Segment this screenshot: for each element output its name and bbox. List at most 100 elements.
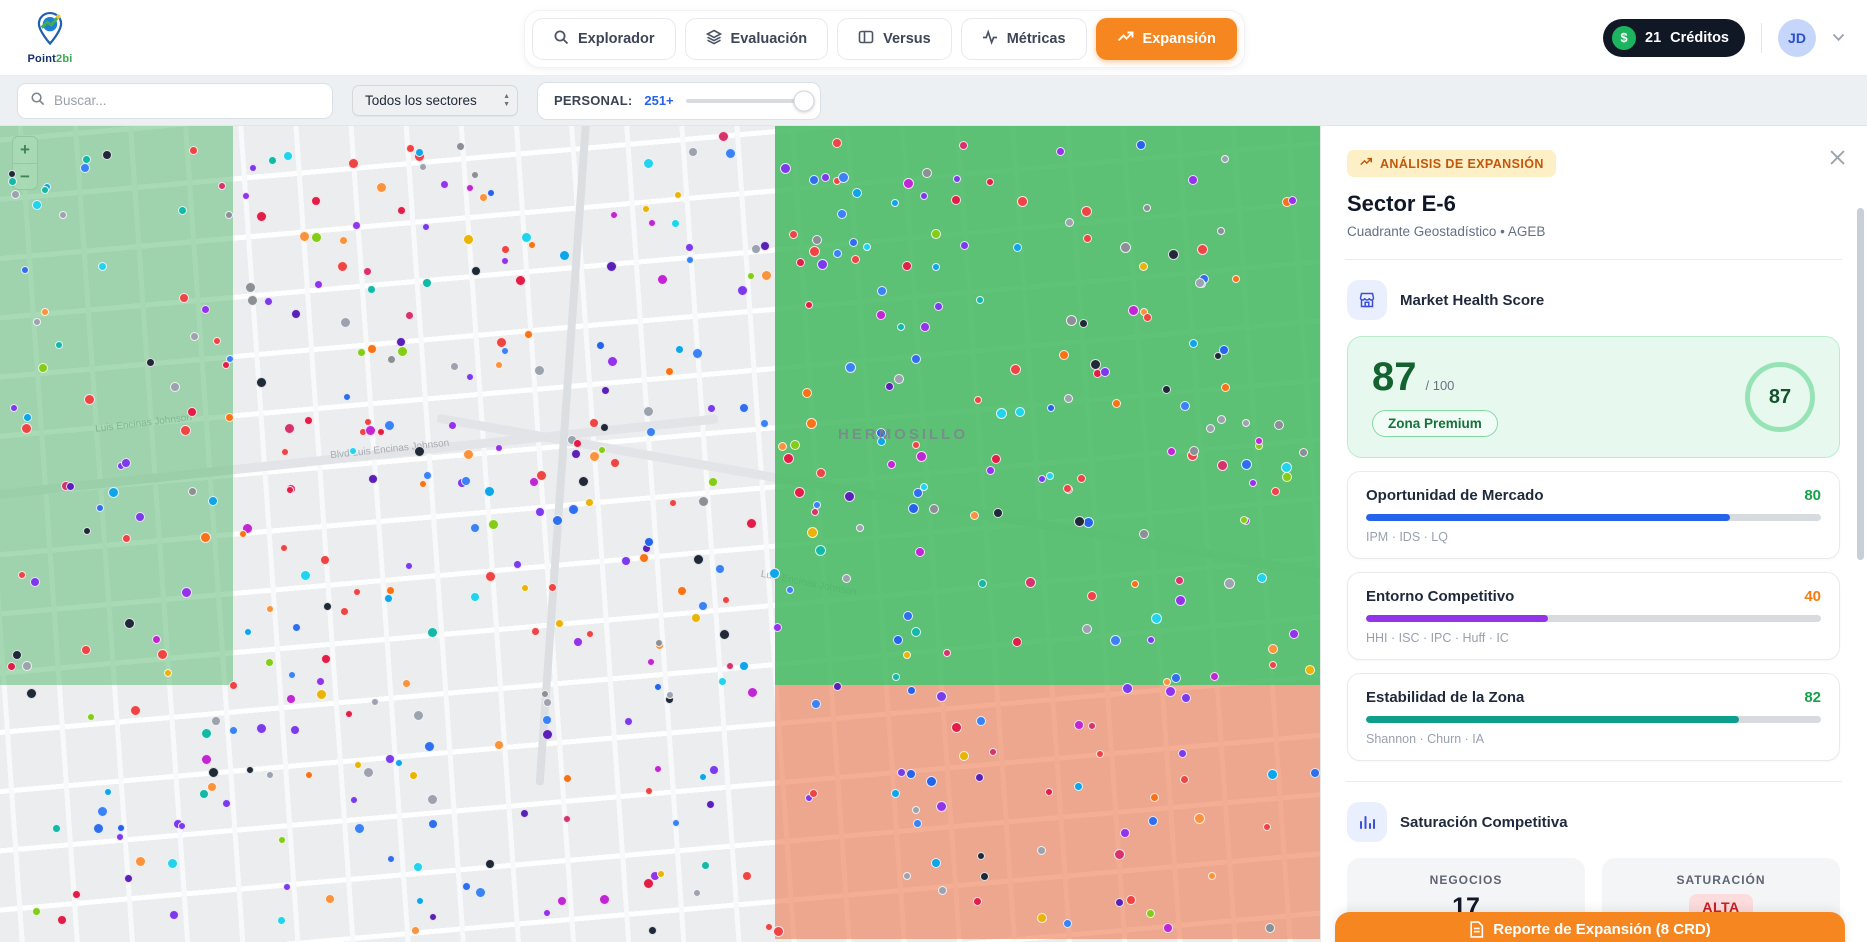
business-dot[interactable] [761,270,772,281]
business-dot[interactable] [38,363,48,373]
business-dot[interactable] [290,725,300,735]
business-dot[interactable] [1010,364,1021,375]
business-dot[interactable] [986,466,995,475]
business-dot[interactable] [385,754,395,764]
business-dot[interactable] [427,794,438,805]
business-dot[interactable] [718,131,729,142]
business-dot[interactable] [833,682,842,691]
business-dot[interactable] [479,193,488,202]
business-dot[interactable] [698,601,708,611]
business-dot[interactable] [57,915,67,925]
business-dot[interactable] [466,373,474,381]
business-dot[interactable] [1037,846,1046,855]
business-dot[interactable] [725,148,736,159]
search-input[interactable] [54,93,320,108]
business-dot[interactable] [786,586,794,594]
business-dot[interactable] [922,168,932,178]
business-dot[interactable] [911,354,921,364]
business-dot[interactable] [440,180,449,189]
business-dot[interactable] [959,141,968,150]
business-dot[interactable] [1232,275,1240,283]
business-dot[interactable] [707,404,716,413]
business-dot[interactable] [571,449,581,459]
business-dot[interactable] [542,729,553,740]
business-dot[interactable] [8,170,16,178]
business-dot[interactable] [413,710,424,721]
business-dot[interactable] [821,173,830,182]
business-dot[interactable] [852,188,862,198]
business-dot[interactable] [222,361,230,369]
business-dot[interactable] [12,650,22,660]
business-dot[interactable] [1305,665,1315,675]
business-dot[interactable] [529,477,539,487]
business-dot[interactable] [188,487,197,496]
business-dot[interactable] [718,677,727,686]
business-dot[interactable] [648,926,657,935]
business-dot[interactable] [256,723,267,734]
business-dot[interactable] [1165,686,1176,697]
business-dot[interactable] [691,613,701,623]
business-dot[interactable] [747,272,755,280]
business-dot[interactable] [929,504,939,514]
business-dot[interactable] [903,872,911,880]
business-dot[interactable] [229,681,238,690]
business-dot[interactable] [180,425,191,436]
business-dot[interactable] [646,427,656,437]
business-dot[interactable] [534,365,545,376]
business-dot[interactable] [1175,576,1184,585]
business-dot[interactable] [21,266,29,274]
business-dot[interactable] [642,205,650,213]
business-dot[interactable] [501,257,509,265]
business-dot[interactable] [1143,313,1152,322]
business-dot[interactable] [121,458,131,468]
business-dot[interactable] [1074,516,1085,527]
business-dot[interactable] [809,789,818,798]
business-dot[interactable] [654,683,662,691]
business-dot[interactable] [666,691,674,699]
business-dot[interactable] [1120,828,1130,838]
business-dot[interactable] [1162,385,1171,394]
business-dot[interactable] [10,404,18,412]
business-dot[interactable] [1012,637,1022,647]
business-dot[interactable] [1267,769,1278,780]
business-dot[interactable] [693,889,701,897]
business-dot[interactable] [959,751,969,761]
business-dot[interactable] [187,407,197,417]
business-dot[interactable] [1217,227,1225,235]
business-dot[interactable] [563,774,572,783]
business-dot[interactable] [760,241,770,251]
business-dot[interactable] [1265,923,1275,933]
business-dot[interactable] [170,382,180,392]
tab-evaluacion[interactable]: Evaluación [685,18,829,60]
business-dot[interactable] [1083,517,1094,528]
business-dot[interactable] [84,394,95,405]
business-dot[interactable] [268,156,277,165]
business-dot[interactable] [470,592,480,602]
business-dot[interactable] [1037,913,1047,923]
business-dot[interactable] [951,722,962,733]
business-dot[interactable] [291,309,301,319]
business-dot[interactable] [807,527,818,538]
business-dot[interactable] [606,261,617,272]
business-dot[interactable] [1136,140,1146,150]
business-dot[interactable] [624,717,633,726]
business-dot[interactable] [122,534,131,543]
business-dot[interactable] [585,498,594,507]
business-dot[interactable] [83,527,91,535]
business-dot[interactable] [1282,472,1292,482]
business-dot[interactable] [201,305,210,314]
business-dot[interactable] [943,649,951,657]
business-dot[interactable] [22,661,32,671]
tab-versus[interactable]: Versus [837,18,952,60]
business-dot[interactable] [1171,673,1181,683]
business-dot[interactable] [484,486,495,497]
business-dot[interactable] [66,482,75,491]
business-dot[interactable] [1017,196,1028,207]
business-dot[interactable] [1224,578,1235,589]
business-dot[interactable] [780,163,791,174]
business-dot[interactable] [674,191,682,199]
business-dot[interactable] [911,627,921,637]
business-dot[interactable] [416,897,424,905]
business-dot[interactable] [1063,919,1072,928]
business-dot[interactable] [1114,849,1125,860]
